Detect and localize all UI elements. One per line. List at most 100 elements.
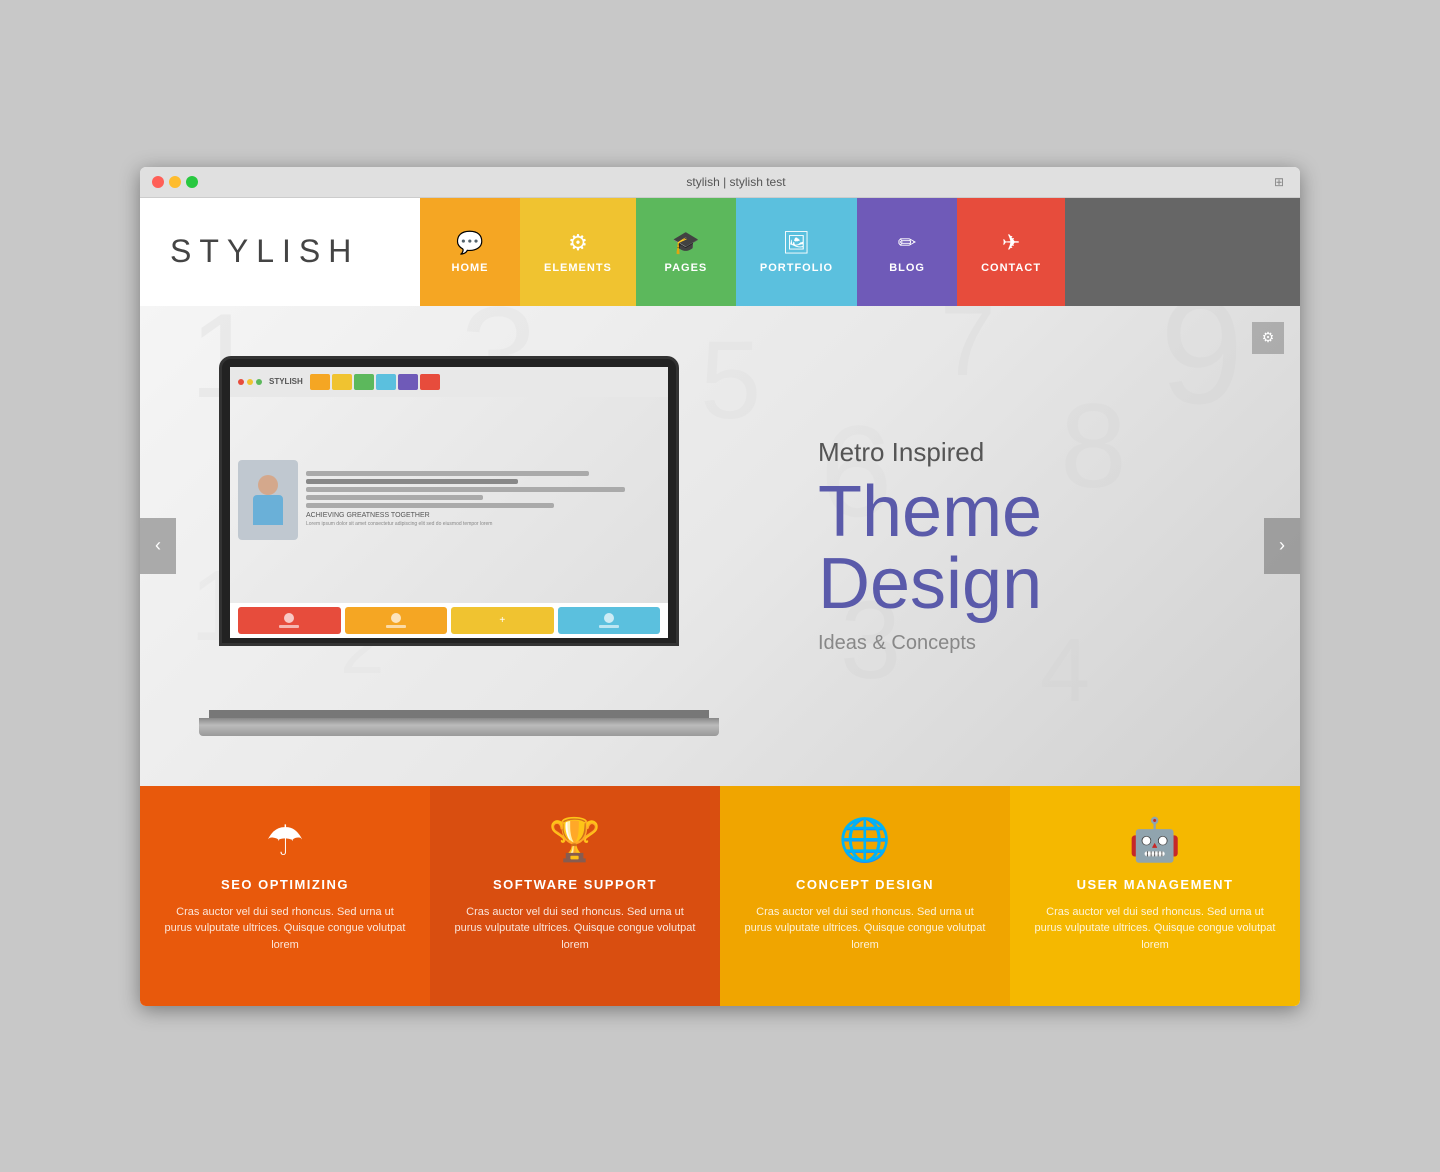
hero-text-area: Metro Inspired Theme Design Ideas & Conc…: [778, 397, 1300, 695]
site-header: STYLISH 💬 HOME ⚙ ELEMENTS 🎓 PAGES 🖼 PORT: [140, 198, 1300, 306]
feature-seo: ☂ SEO OPTIMIZING Cras auctor vel dui sed…: [140, 786, 430, 1006]
mini-body: [253, 495, 283, 525]
contact-icon: ✈: [1002, 230, 1020, 256]
nav-area: 💬 HOME ⚙ ELEMENTS 🎓 PAGES 🖼 PORTFOLIO ✏: [420, 198, 1300, 306]
nav-item-contact[interactable]: ✈ CONTACT: [957, 198, 1065, 306]
website-content: STYLISH 💬 HOME ⚙ ELEMENTS 🎓 PAGES 🖼 PORT: [140, 198, 1300, 1006]
mini-bar-text-2: [386, 625, 406, 628]
blog-icon: ✏: [898, 230, 916, 256]
mini-bar-icon-1: [284, 613, 294, 623]
laptop-hinge: [209, 710, 709, 718]
mini-dot-2: [247, 379, 253, 385]
feature-title-user: USER MANAGEMENT: [1077, 877, 1234, 892]
elements-icon: ⚙: [568, 230, 588, 256]
nav-item-elements[interactable]: ⚙ ELEMENTS: [520, 198, 636, 306]
laptop-mini-header: STYLISH: [230, 367, 668, 397]
logo-text: STYLISH: [170, 233, 359, 270]
nav-item-portfolio[interactable]: 🖼 PORTFOLIO: [736, 198, 857, 306]
mini-tagline: ACHIEVING GREATNESS TOGETHER: [306, 512, 660, 519]
android-icon: 🤖: [1129, 816, 1181, 865]
mini-line-3: [306, 487, 625, 492]
mini-bar-2: [345, 607, 448, 634]
mini-nav-home: [310, 374, 330, 390]
laptop-base: [199, 718, 719, 736]
laptop-screen-inner: STYLISH: [230, 367, 668, 638]
nav-item-blog[interactable]: ✏ BLOG: [857, 198, 957, 306]
browser-dots: [152, 176, 198, 188]
mini-bar-text-1: [279, 625, 299, 628]
mini-bar-icon-2: [391, 613, 401, 623]
nav-label-blog: BLOG: [889, 262, 925, 274]
mini-nav-el: [332, 374, 352, 390]
feature-user: 🤖 USER MANAGEMENT Cras auctor vel dui se…: [1010, 786, 1300, 1006]
mini-bar-4: [558, 607, 661, 634]
hero-section: 1 2 3 4 5 6 7 8 9 0 1 2 3 4 ‹ ⚙: [140, 306, 1300, 786]
mini-bar-3: +: [451, 607, 554, 634]
dot-maximize[interactable]: [186, 176, 198, 188]
pages-icon: 🎓: [672, 230, 699, 256]
mini-nav: [310, 374, 440, 390]
slider-settings-button[interactable]: ⚙: [1252, 322, 1284, 354]
laptop-screen-outer: STYLISH: [219, 356, 679, 646]
globe-icon: 🌐: [839, 816, 891, 865]
feature-desc-seo: Cras auctor vel dui sed rhoncus. Sed urn…: [164, 904, 406, 954]
nav-label-elements: ELEMENTS: [544, 262, 612, 274]
chevron-right-icon: ›: [1279, 535, 1285, 556]
mini-text-block: ACHIEVING GREATNESS TOGETHER Lorem ipsum…: [306, 471, 660, 528]
mini-head: [258, 475, 278, 495]
nav-label-pages: PAGES: [665, 262, 708, 274]
feature-title-seo: SEO OPTIMIZING: [221, 877, 349, 892]
mini-line-2: [306, 479, 518, 484]
laptop-screen-content: STYLISH: [230, 367, 668, 638]
browser-title: stylish | stylish test: [208, 175, 1264, 189]
nav-item-pages[interactable]: 🎓 PAGES: [636, 198, 736, 306]
feature-title-concept: CONCEPT DESIGN: [796, 877, 934, 892]
mini-bar-1: [238, 607, 341, 634]
mini-bar-icon-4: [604, 613, 614, 623]
feature-desc-concept: Cras auctor vel dui sed rhoncus. Sed urn…: [744, 904, 986, 954]
mini-nav-contact: [420, 374, 440, 390]
home-icon: 💬: [456, 230, 483, 256]
expand-icon[interactable]: ⊞: [1274, 175, 1288, 189]
mini-desc: Lorem ipsum dolor sit amet consectetur a…: [306, 521, 660, 528]
portfolio-icon: 🖼: [783, 230, 811, 256]
laptop-container: STYLISH: [199, 356, 719, 736]
nav-label-contact: CONTACT: [981, 262, 1041, 274]
mini-line-4: [306, 495, 483, 500]
mini-bar-text-4: [599, 625, 619, 628]
dot-close[interactable]: [152, 176, 164, 188]
slider-next-button[interactable]: ›: [1264, 518, 1300, 574]
mini-person: [238, 460, 298, 540]
feature-desc-software: Cras auctor vel dui sed rhoncus. Sed urn…: [454, 904, 696, 954]
hero-laptop-area: STYLISH: [140, 316, 778, 776]
chevron-left-icon: ‹: [155, 535, 161, 556]
trophy-icon: 🏆: [549, 816, 601, 865]
feature-concept: 🌐 CONCEPT DESIGN Cras auctor vel dui sed…: [720, 786, 1010, 1006]
nav-item-home[interactable]: 💬 HOME: [420, 198, 520, 306]
slider-prev-button[interactable]: ‹: [140, 518, 176, 574]
nav-label-home: HOME: [452, 262, 489, 274]
mini-dot-3: [256, 379, 262, 385]
feature-desc-user: Cras auctor vel dui sed rhoncus. Sed urn…: [1034, 904, 1276, 954]
laptop-bottom-bars: +: [230, 603, 668, 638]
hero-tagline: Ideas & Concepts: [818, 632, 1260, 655]
mini-dot-1: [238, 379, 244, 385]
logo-area: STYLISH: [140, 198, 420, 306]
mini-nav-blog: [398, 374, 418, 390]
mini-line-1: [306, 471, 589, 476]
laptop-mini-hero: ACHIEVING GREATNESS TOGETHER Lorem ipsum…: [230, 397, 668, 603]
feature-software: 🏆 SOFTWARE SUPPORT Cras auctor vel dui s…: [430, 786, 720, 1006]
dot-minimize[interactable]: [169, 176, 181, 188]
mini-nav-port: [376, 374, 396, 390]
browser-chrome: stylish | stylish test ⊞: [140, 167, 1300, 198]
feature-title-software: SOFTWARE SUPPORT: [493, 877, 657, 892]
nav-label-portfolio: PORTFOLIO: [760, 262, 833, 274]
browser-window: stylish | stylish test ⊞ STYLISH 💬 HOME …: [140, 167, 1300, 1006]
umbrella-icon: ☂: [266, 816, 304, 865]
gear-icon: ⚙: [1262, 329, 1275, 346]
features-section: ☂ SEO OPTIMIZING Cras auctor vel dui sed…: [140, 786, 1300, 1006]
hero-title: Theme Design: [818, 476, 1260, 620]
mini-nav-pages: [354, 374, 374, 390]
mini-line-5: [306, 503, 554, 508]
hero-subtitle: Metro Inspired: [818, 437, 1260, 468]
